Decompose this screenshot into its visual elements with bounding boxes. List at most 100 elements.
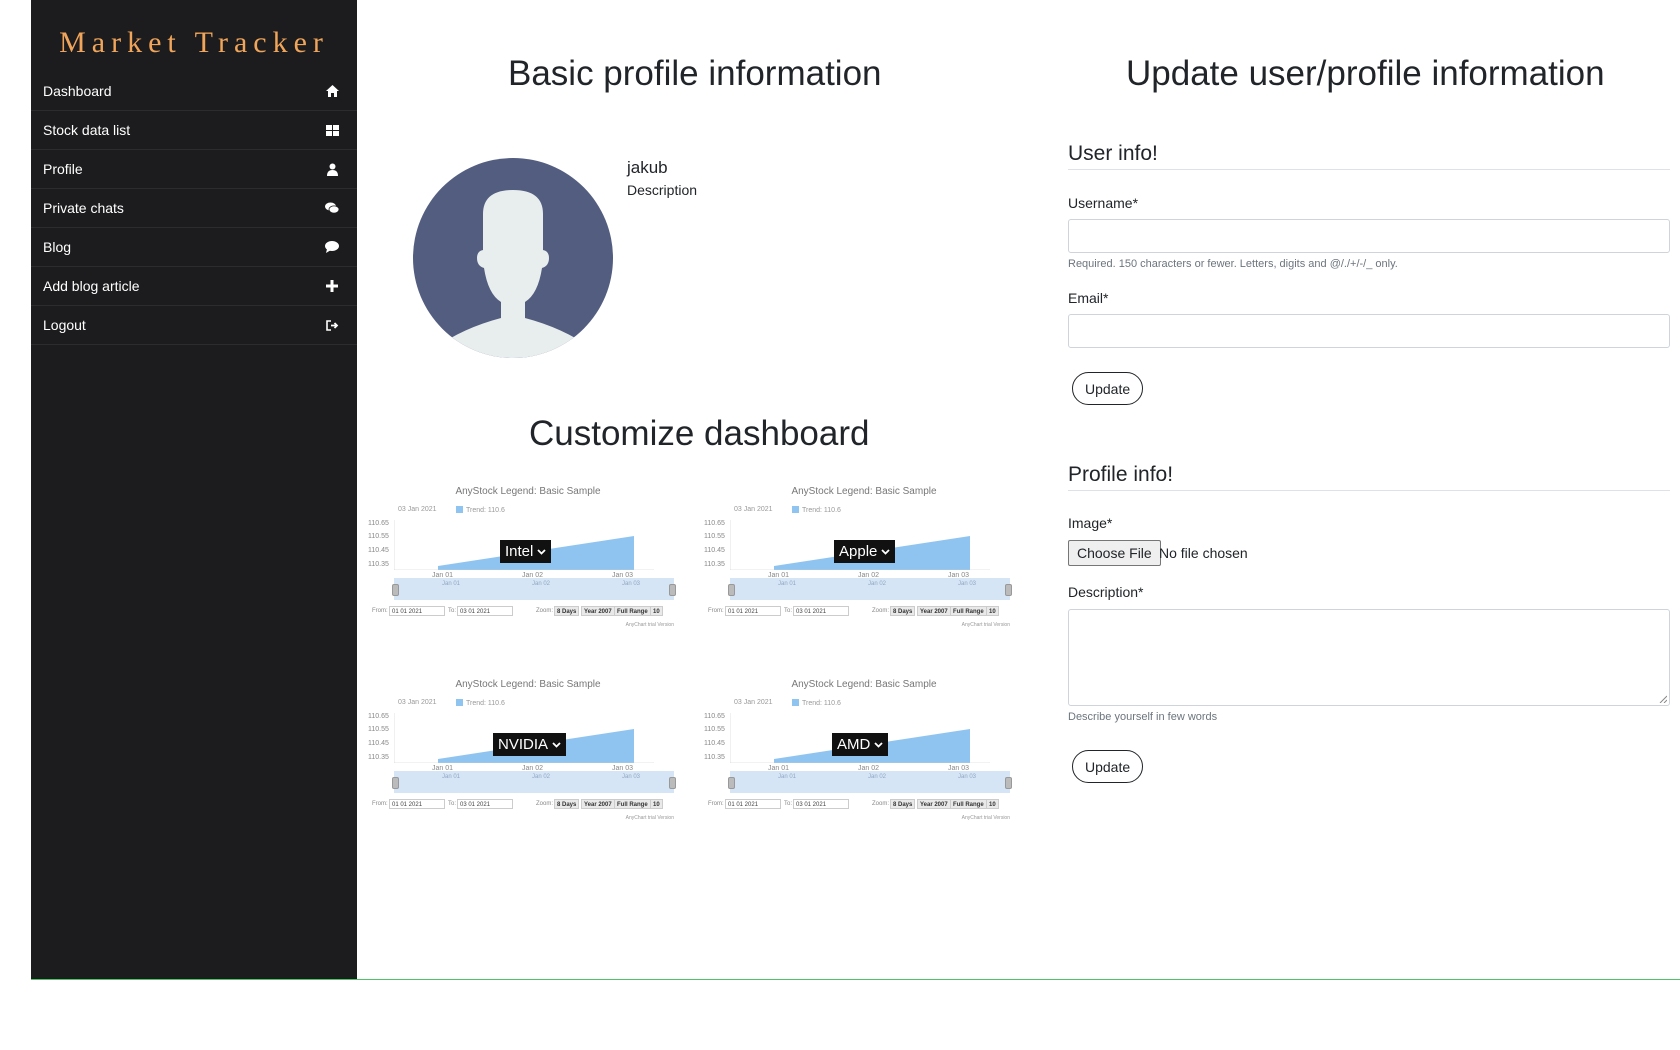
description-textarea[interactable]	[1068, 609, 1670, 706]
sidebar-item-stock-data-list[interactable]: Stock data list	[31, 111, 357, 150]
sidebar-item-profile[interactable]: Profile	[31, 150, 357, 189]
range-to-label: To:	[448, 608, 457, 614]
zoom-year-2007-button[interactable]: Year 2007	[581, 799, 615, 809]
stock-select-value: NVIDIA	[498, 736, 549, 753]
update-profile-button[interactable]: Update	[1072, 750, 1144, 783]
sidebar-item-blog[interactable]: Blog	[31, 228, 357, 267]
range-from-input[interactable]: 01 01 2021	[725, 606, 781, 616]
range-from-input[interactable]: 01 01 2021	[389, 606, 445, 616]
zoom-10-button[interactable]: 10	[986, 799, 999, 809]
range-to-input[interactable]: 03 01 2021	[793, 799, 849, 809]
scroller-tick: Jan 02	[532, 774, 551, 780]
chart-y-tick: 110.35	[368, 754, 389, 761]
profile-title: Basic profile information	[508, 54, 882, 93]
range-from-input[interactable]: 01 01 2021	[389, 799, 445, 809]
scroller-tick: Jan 03	[958, 774, 977, 780]
stock-select-value: Apple	[839, 543, 878, 560]
chart-range-scroller[interactable]: Jan 01 Jan 02 Jan 03	[392, 771, 676, 793]
range-to-input[interactable]: 03 01 2021	[793, 606, 849, 616]
chevron-down-icon	[874, 741, 883, 748]
user-icon	[325, 162, 339, 176]
zoom-year-2007-button[interactable]: Year 2007	[917, 799, 951, 809]
chart-y-tick: 110.65	[368, 520, 389, 527]
update-title: Update user/profile information	[1126, 54, 1605, 93]
scroller-tick: Jan 02	[532, 581, 551, 587]
scroller-right-handle[interactable]	[1005, 584, 1012, 596]
scroller-right-handle[interactable]	[1005, 777, 1012, 789]
sign-out-icon	[325, 318, 339, 332]
range-from-input[interactable]: 01 01 2021	[725, 799, 781, 809]
zoom-8-days-button[interactable]: 8 Days	[890, 799, 916, 809]
zoom-full-range-button[interactable]: Full Range	[614, 606, 651, 616]
username-input[interactable]	[1068, 219, 1670, 253]
zoom-8-days-button[interactable]: 8 Days	[890, 606, 916, 616]
chart-title: AnyStock Legend: Basic Sample	[791, 679, 937, 690]
scroller-right-handle[interactable]	[669, 777, 676, 789]
range-to-label: To:	[448, 801, 457, 807]
chevron-down-icon	[881, 548, 891, 555]
description-label: Description*	[1068, 584, 1144, 600]
zoom-full-range-button[interactable]: Full Range	[950, 606, 987, 616]
content-bottom-border	[31, 979, 1680, 980]
scroller-left-handle[interactable]	[392, 777, 399, 789]
update-user-button[interactable]: Update	[1072, 372, 1144, 405]
scroller-right-handle[interactable]	[669, 584, 676, 596]
email-label: Email*	[1068, 290, 1109, 306]
sidebar-item-label: Private chats	[43, 200, 124, 216]
sidebar-item-private-chats[interactable]: Private chats	[31, 189, 357, 228]
sidebar-item-add-blog-article[interactable]: Add blog article	[31, 267, 357, 306]
chart-title: AnyStock Legend: Basic Sample	[455, 679, 601, 690]
stock-select[interactable]: Apple	[834, 540, 896, 563]
chevron-down-icon	[537, 548, 546, 555]
chart-range-scroller[interactable]: Jan 01 Jan 02 Jan 03	[728, 771, 1012, 793]
chart-range-scroller[interactable]: Jan 01 Jan 02 Jan 03	[728, 578, 1012, 600]
stock-select-value: Intel	[505, 543, 534, 560]
grid-icon	[325, 123, 339, 137]
sidebar-item-dashboard[interactable]: Dashboard	[31, 72, 357, 111]
profile-description: Description	[627, 182, 698, 198]
range-to-input[interactable]: 03 01 2021	[457, 606, 513, 616]
resize-handle-icon[interactable]	[1659, 695, 1667, 703]
zoom-10-button[interactable]: 10	[986, 606, 999, 616]
profile-username: jakub	[627, 158, 668, 177]
brand-title: Market Tracker	[59, 26, 329, 59]
stock-select-value: AMD	[837, 736, 871, 753]
chart-range-scroller[interactable]: Jan 01 Jan 02 Jan 03	[392, 578, 676, 600]
sidebar-item-logout[interactable]: Logout	[31, 306, 357, 345]
chart-credit: AnyChart trial Version	[625, 815, 674, 821]
scroller-left-handle[interactable]	[392, 584, 399, 596]
zoom-full-range-button[interactable]: Full Range	[950, 799, 987, 809]
plus-icon	[325, 279, 339, 293]
chart-y-tick: 110.45	[368, 547, 389, 554]
chart-credit: AnyChart trial Version	[961, 815, 1010, 821]
scroller-tick: Jan 02	[868, 774, 887, 780]
range-from-label: From:	[708, 608, 724, 614]
sidebar-item-label: Add blog article	[43, 278, 140, 294]
stock-select[interactable]: NVIDIA	[493, 733, 567, 756]
zoom-year-2007-button[interactable]: Year 2007	[581, 606, 615, 616]
chart-y-tick: 110.45	[704, 547, 725, 554]
description-help-text: Describe yourself in few words	[1068, 711, 1218, 723]
choose-file-button[interactable]: Choose File	[1068, 540, 1161, 566]
zoom-8-days-button[interactable]: 8 Days	[554, 606, 580, 616]
chart-y-tick: 110.45	[704, 740, 725, 747]
zoom-8-days-button[interactable]: 8 Days	[554, 799, 580, 809]
stock-select[interactable]: AMD	[832, 733, 889, 756]
zoom-label: Zoom:	[872, 608, 890, 614]
comments-icon	[325, 201, 339, 215]
zoom-year-2007-button[interactable]: Year 2007	[917, 606, 951, 616]
range-to-input[interactable]: 03 01 2021	[457, 799, 513, 809]
stock-select[interactable]: Intel	[500, 540, 552, 563]
chart-credit: AnyChart trial Version	[625, 622, 674, 628]
zoom-10-button[interactable]: 10	[650, 606, 663, 616]
sidebar-item-label: Logout	[43, 317, 86, 333]
file-status-text: No file chosen	[1159, 545, 1248, 561]
zoom-10-button[interactable]: 10	[650, 799, 663, 809]
username-help-text: Required. 150 characters or fewer. Lette…	[1068, 258, 1398, 270]
scroller-left-handle[interactable]	[728, 584, 735, 596]
zoom-full-range-button[interactable]: Full Range	[614, 799, 651, 809]
dashboard-chart-widget: AnyStock Legend: Basic Sample 03 Jan 202…	[368, 484, 688, 664]
scroller-left-handle[interactable]	[728, 777, 735, 789]
email-input[interactable]	[1068, 314, 1670, 348]
chart-y-tick: 110.35	[704, 561, 725, 568]
